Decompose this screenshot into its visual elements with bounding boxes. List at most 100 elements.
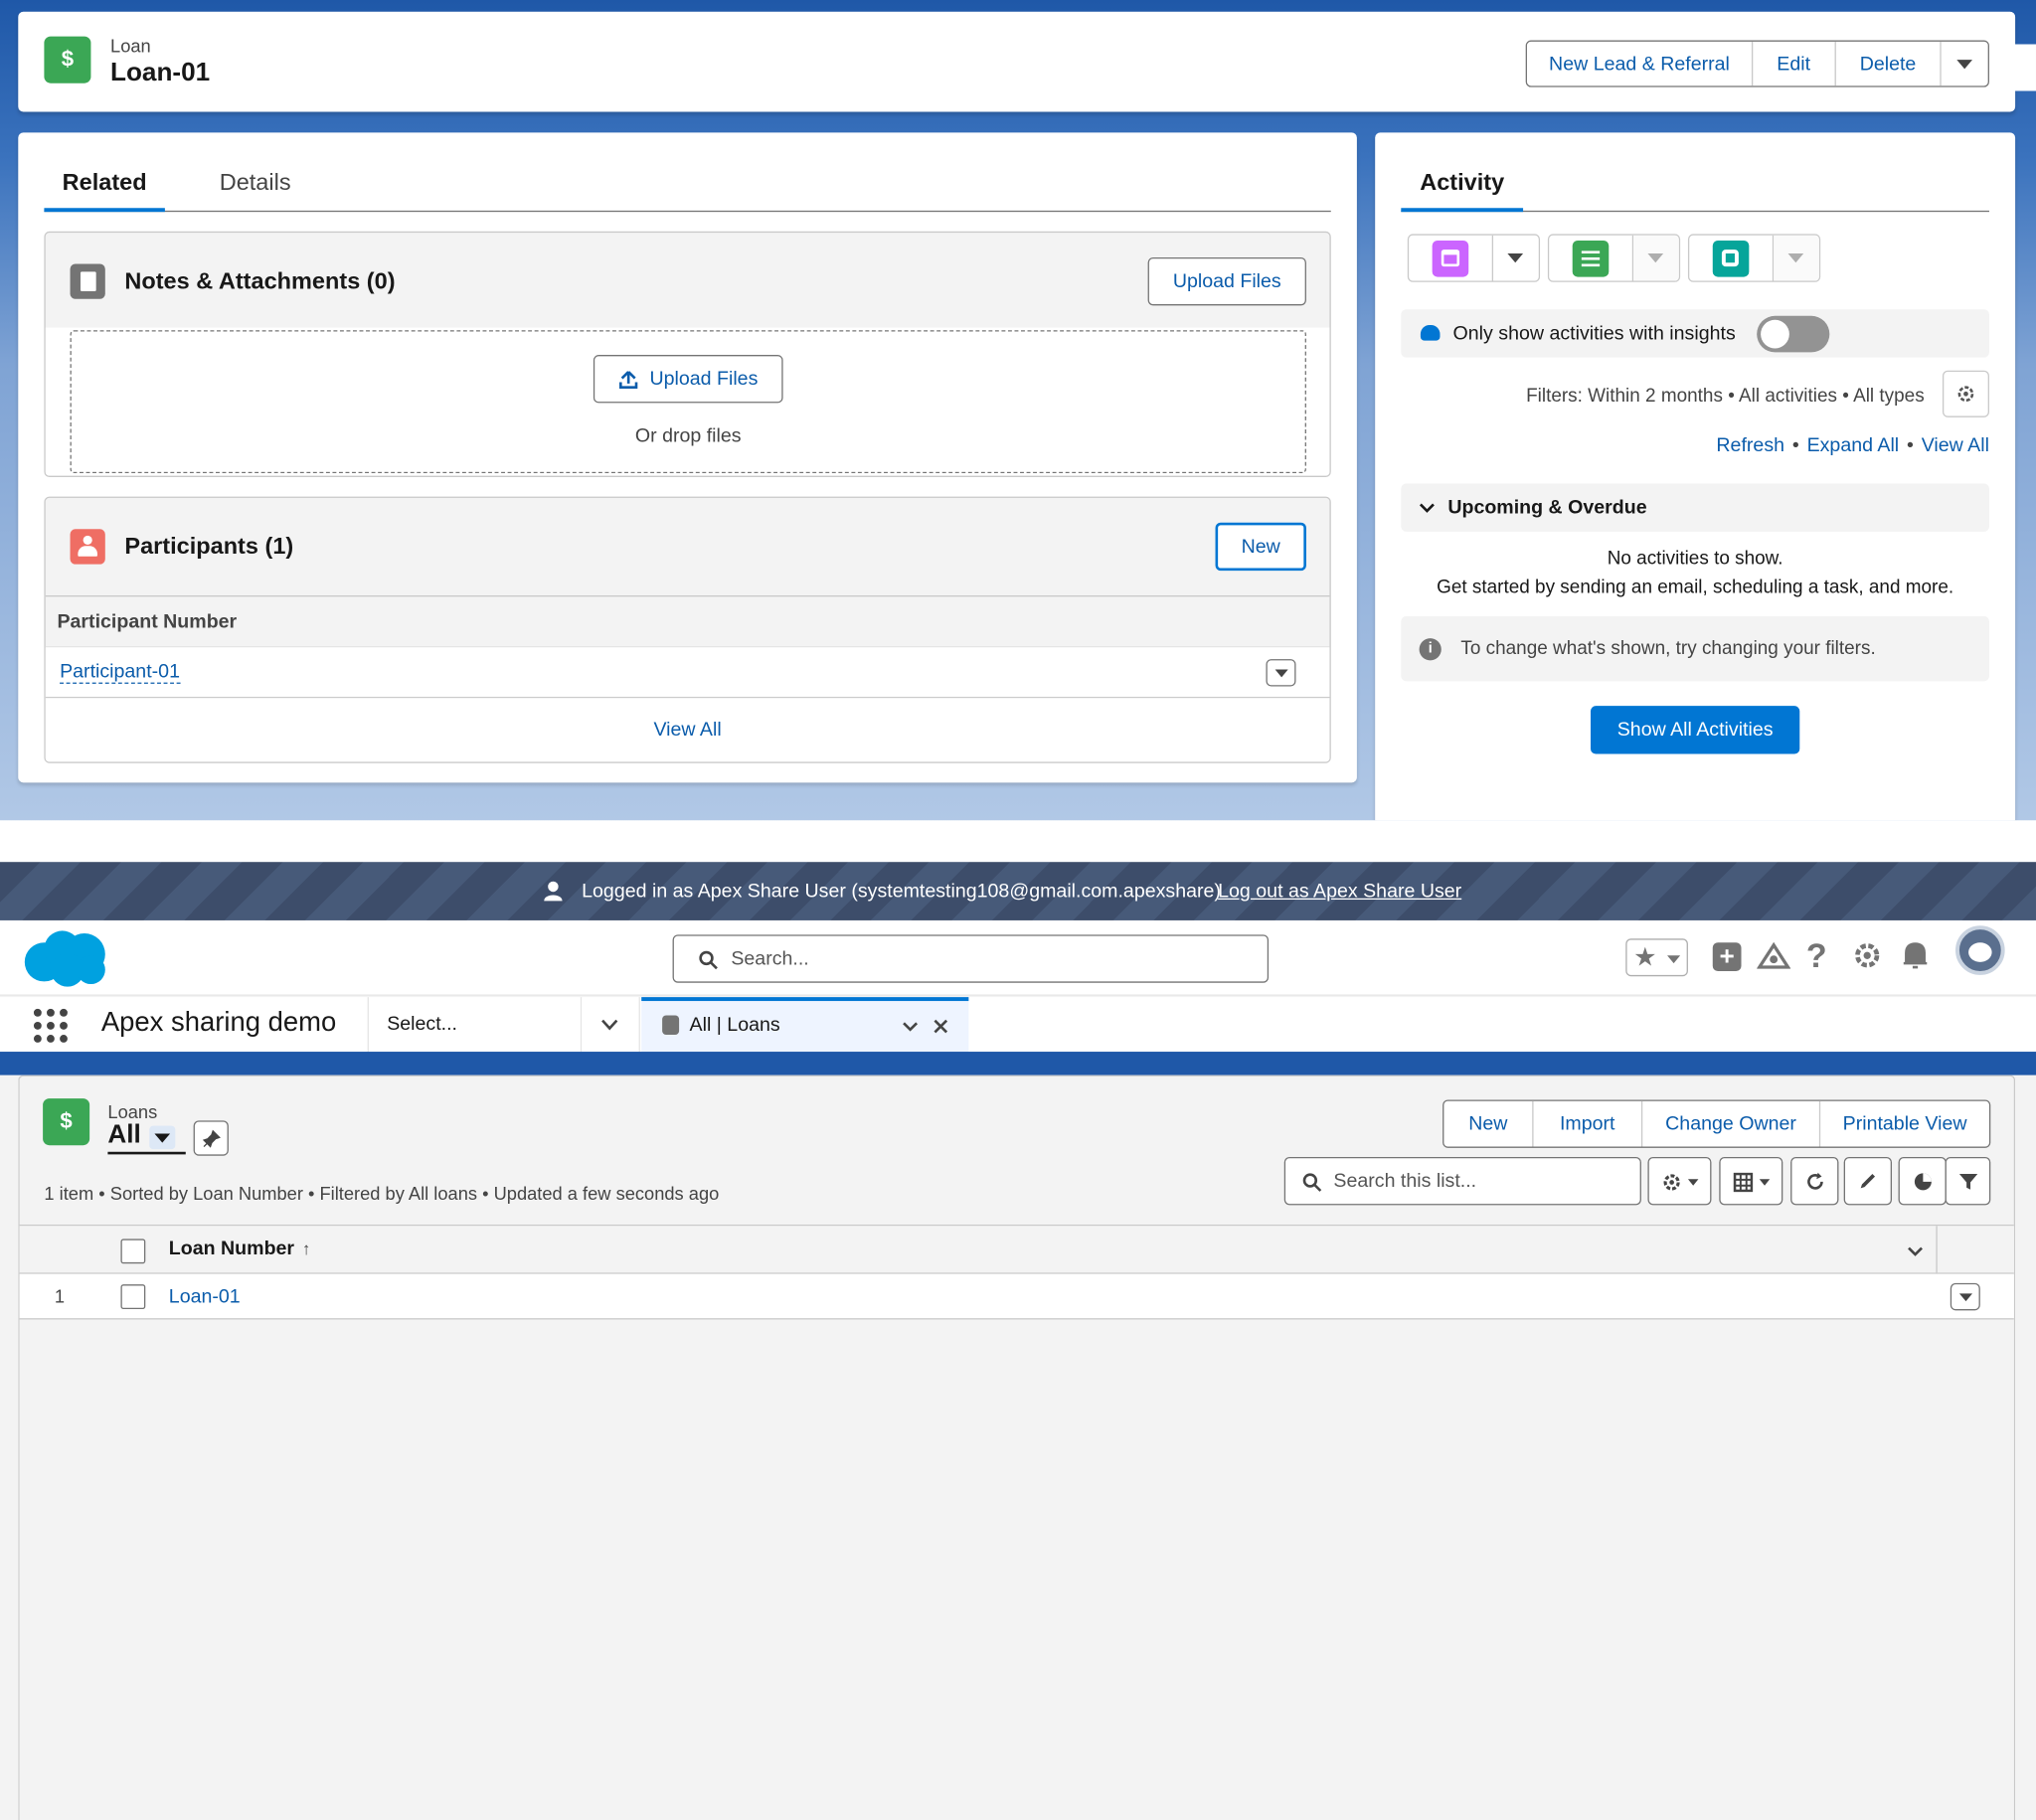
pin-button[interactable] bbox=[193, 1120, 229, 1156]
tab-activity[interactable]: Activity bbox=[1401, 169, 1524, 213]
record-title: Loan-01 bbox=[110, 58, 211, 87]
pin-icon bbox=[202, 1128, 221, 1148]
charts-button[interactable] bbox=[1898, 1156, 1947, 1206]
bell-icon[interactable] bbox=[1901, 940, 1930, 971]
expand-all-link[interactable]: Expand All bbox=[1807, 434, 1900, 456]
gear-icon[interactable] bbox=[1853, 941, 1882, 970]
task-menu-button[interactable] bbox=[1632, 235, 1679, 281]
object-plural-label: Loans bbox=[107, 1100, 158, 1122]
loan-number-header[interactable]: Loan Number ↑ bbox=[169, 1238, 311, 1259]
info-icon: i bbox=[1419, 638, 1442, 661]
more-actions-button[interactable] bbox=[1942, 42, 1988, 85]
insights-toggle[interactable] bbox=[1757, 315, 1830, 353]
list-new-button[interactable]: New bbox=[1443, 1100, 1534, 1147]
row-action-button[interactable] bbox=[1950, 1282, 1980, 1311]
row-action-button[interactable] bbox=[1266, 659, 1296, 687]
row-checkbox[interactable] bbox=[120, 1284, 146, 1310]
participant-link[interactable]: Participant-01 bbox=[60, 660, 180, 684]
printable-view-button[interactable]: Printable View bbox=[1820, 1101, 1989, 1147]
row-number: 1 bbox=[54, 1285, 66, 1307]
help-icon[interactable]: ? bbox=[1806, 936, 1827, 977]
chevron-down-icon bbox=[1787, 253, 1804, 263]
record-header: $ Loan Loan-01 New Lead & Referral Edit … bbox=[18, 11, 2016, 112]
refresh-icon bbox=[1806, 1172, 1823, 1190]
delete-button[interactable]: Delete bbox=[1835, 41, 1942, 86]
avatar[interactable] bbox=[1955, 925, 2005, 975]
app-launcher-icon[interactable] bbox=[33, 1008, 68, 1043]
tab-details[interactable]: Details bbox=[207, 169, 304, 212]
filters-text: Filters: Within 2 months • All activitie… bbox=[1526, 386, 1925, 408]
table-icon bbox=[1733, 1172, 1754, 1193]
new-lead-referral-button[interactable]: New Lead & Referral bbox=[1527, 41, 1754, 86]
nav-item-select[interactable]: Select... bbox=[367, 997, 640, 1053]
chevron-down-icon bbox=[1507, 253, 1524, 263]
display-as-button[interactable] bbox=[1719, 1156, 1783, 1206]
pie-chart-icon bbox=[1914, 1172, 1932, 1190]
chevron-down-icon bbox=[601, 1019, 618, 1031]
select-all-checkbox[interactable] bbox=[120, 1239, 146, 1264]
filter-settings-button[interactable] bbox=[1942, 370, 1989, 417]
tab-all-loans[interactable]: All | Loans bbox=[641, 997, 969, 1053]
drop-hint: Or drop files bbox=[634, 424, 742, 447]
log-call-button[interactable] bbox=[1689, 235, 1774, 281]
brand-band bbox=[0, 1052, 2036, 1075]
side-panel-toggle[interactable] bbox=[2009, 44, 2036, 91]
favorites-button[interactable]: ★ bbox=[1625, 938, 1688, 977]
loan-link[interactable]: Loan-01 bbox=[169, 1285, 241, 1307]
chevron-down-icon[interactable] bbox=[1906, 1244, 1924, 1260]
new-event-group bbox=[1407, 234, 1541, 282]
close-icon[interactable] bbox=[933, 1018, 949, 1035]
activity-view-all-link[interactable]: View All bbox=[1922, 434, 1989, 456]
object-label: Loan bbox=[110, 35, 151, 57]
info-text: To change what's shown, try changing you… bbox=[1460, 638, 1876, 660]
related-card: Related Details Notes & Attachments (0) … bbox=[18, 132, 1357, 783]
logout-link[interactable]: Log out as Apex Share User bbox=[1218, 880, 1461, 902]
upcoming-header[interactable]: Upcoming & Overdue bbox=[1401, 483, 1989, 532]
search-icon bbox=[1302, 1173, 1322, 1192]
list-settings-button[interactable] bbox=[1647, 1156, 1712, 1206]
global-create-icon[interactable]: + bbox=[1712, 942, 1742, 971]
participant-number-header[interactable]: Participant Number bbox=[45, 594, 1330, 648]
filters-button[interactable] bbox=[1945, 1156, 1991, 1206]
star-icon: ★ bbox=[1633, 943, 1657, 973]
new-event-button[interactable] bbox=[1409, 235, 1493, 281]
event-menu-button[interactable] bbox=[1493, 236, 1539, 281]
upload-files-button[interactable]: Upload Files bbox=[1147, 256, 1306, 306]
trailhead-icon[interactable] bbox=[1757, 941, 1791, 972]
list-search-box[interactable]: Search this list... bbox=[1283, 1156, 1641, 1206]
participants-view-all[interactable]: View All bbox=[45, 698, 1330, 762]
list-table: Loan Number ↑ 1 Loan-01 bbox=[19, 1225, 2014, 1820]
new-task-button[interactable] bbox=[1549, 235, 1633, 281]
call-menu-button[interactable] bbox=[1773, 235, 1819, 281]
chevron-down-icon[interactable] bbox=[901, 1019, 919, 1035]
refresh-button[interactable] bbox=[1790, 1156, 1839, 1206]
gear-icon bbox=[1663, 1174, 1680, 1191]
change-owner-button[interactable]: Change Owner bbox=[1642, 1100, 1821, 1147]
import-button[interactable]: Import bbox=[1534, 1100, 1643, 1147]
drop-upload-button[interactable]: Upload Files bbox=[593, 355, 783, 404]
list-search-placeholder: Search this list... bbox=[1333, 1170, 1477, 1193]
list-view-picker[interactable]: All bbox=[107, 1120, 186, 1155]
app-name: Apex sharing demo bbox=[100, 1007, 337, 1038]
search-icon bbox=[699, 950, 718, 970]
loan-tab-icon bbox=[662, 1015, 680, 1036]
banner-text: Logged in as Apex Share User (systemtest… bbox=[582, 880, 1221, 903]
refresh-link[interactable]: Refresh bbox=[1716, 434, 1784, 456]
edit-button[interactable]: Edit bbox=[1753, 41, 1836, 86]
chevron-down-icon bbox=[1419, 503, 1435, 513]
participants-new-button[interactable]: New bbox=[1215, 522, 1306, 572]
global-search-box[interactable]: Search... bbox=[672, 934, 1270, 983]
participants-title: Participants (1) bbox=[124, 533, 294, 560]
inline-edit-button[interactable] bbox=[1843, 1156, 1893, 1206]
notes-section: Notes & Attachments (0) Upload Files Upl… bbox=[44, 231, 1331, 477]
new-task-group bbox=[1547, 234, 1681, 282]
tab-related[interactable]: Related bbox=[44, 169, 165, 213]
salesforce-cloud-icon[interactable] bbox=[24, 928, 109, 988]
drop-zone[interactable]: Upload Files Or drop files bbox=[70, 330, 1306, 474]
list-view-panel: $ Loans All New Import Change Owner Prin… bbox=[18, 1075, 2016, 1820]
chevron-down-icon bbox=[149, 1125, 176, 1150]
record-page: $ Loan Loan-01 New Lead & Referral Edit … bbox=[0, 0, 2036, 821]
table-header: Loan Number ↑ bbox=[19, 1226, 2014, 1274]
empty-line-1: No activities to show. bbox=[1607, 548, 1783, 570]
show-all-activities-button[interactable]: Show All Activities bbox=[1590, 706, 1800, 754]
